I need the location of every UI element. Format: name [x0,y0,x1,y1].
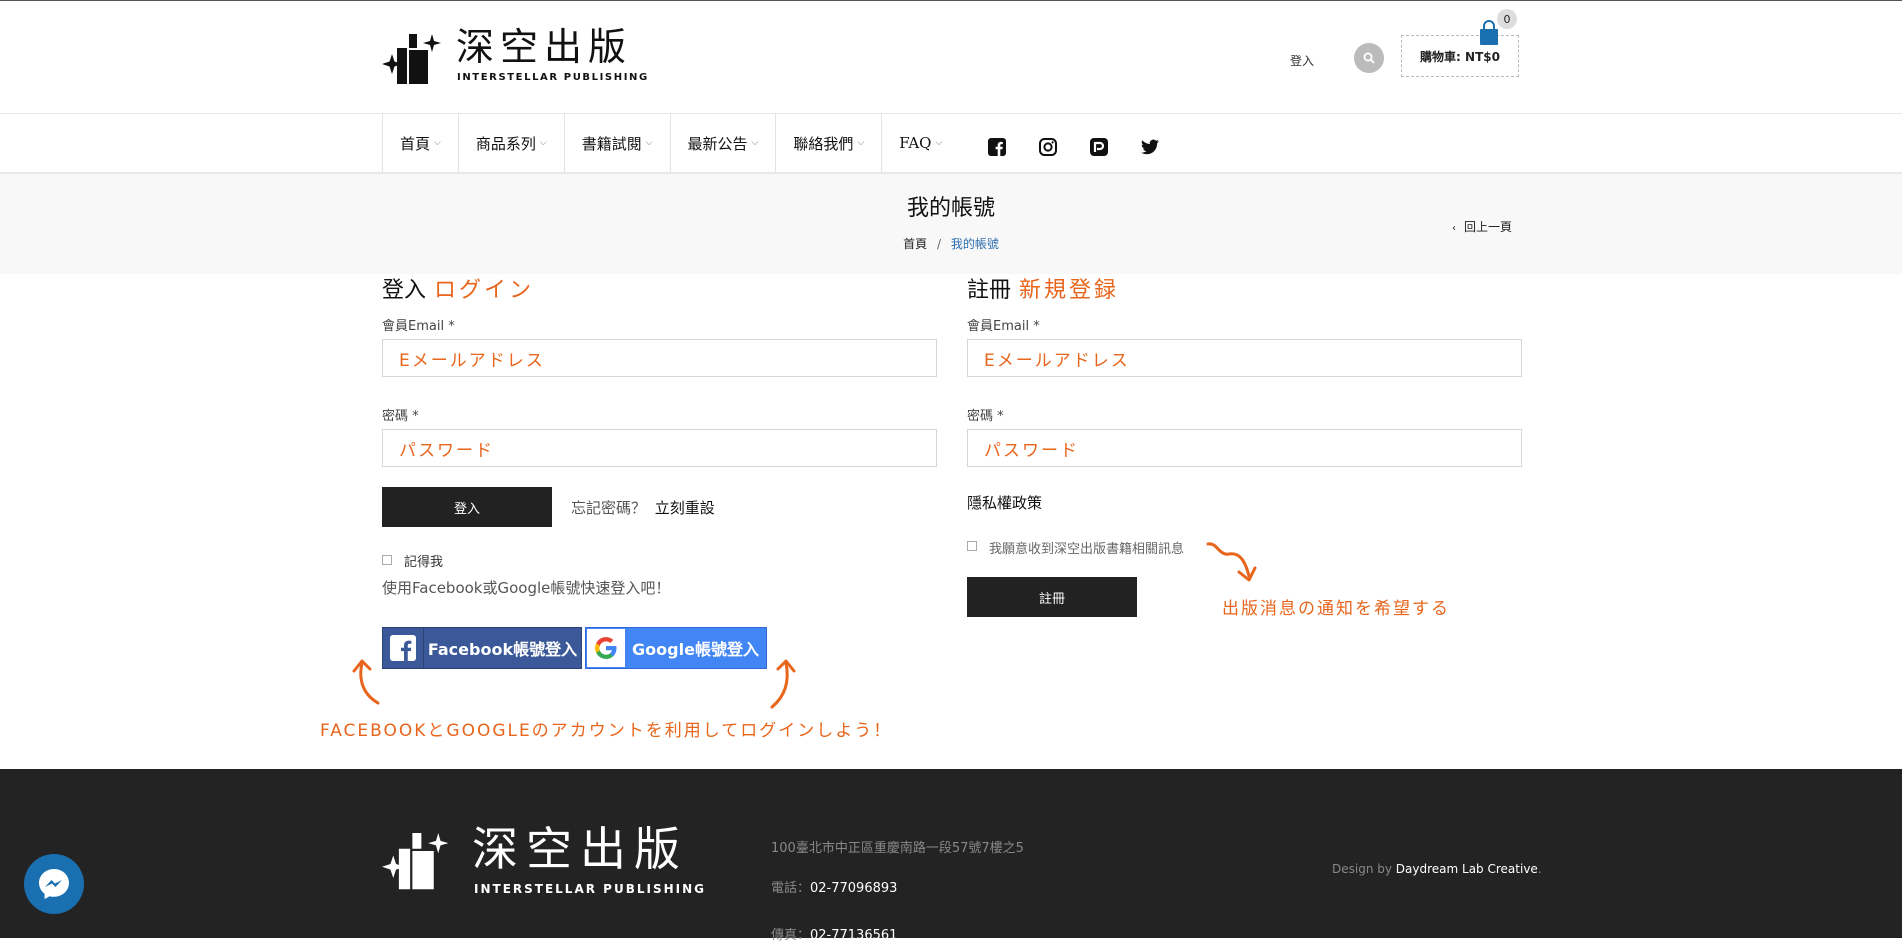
footer-logo-subtitle: INTERSTELLAR PUBLISHING [474,882,706,896]
main-nav: 首頁 ⌵ 商品系列 ⌵ 書籍試閱 ⌵ 最新公告 ⌵ 聯絡我們 ⌵ FAQ ⌵ [382,114,959,172]
footer-credit: Design by Daydream Lab Creative. [1332,862,1542,876]
nav-item-faq[interactable]: FAQ ⌵ [881,114,959,172]
search-button[interactable] [1354,43,1384,73]
header-login-link[interactable]: 登入 [1290,52,1314,69]
register-email-label: 會員Email * [967,319,1040,334]
cart-button[interactable]: 購物車: NT$0 [1401,35,1519,77]
google-login-button[interactable]: Google帳號登入 [585,627,767,669]
chevron-left-icon: ‹ [1452,223,1456,234]
footer-fax: 傳真：02-77136561 [771,924,897,943]
google-login-label: Google帳號登入 [632,640,759,659]
newsletter-consent-label: 我願意收到深空出版書籍相關訊息 [989,542,1185,557]
chevron-down-icon: ⌵ [857,138,865,148]
footer-phone: 電話：02-77096893 [771,877,897,896]
nav-item-contact[interactable]: 聯絡我們 ⌵ [775,114,881,172]
register-password-value: パスワード [984,440,1079,461]
footer-fax-label: 傳真： [771,928,811,943]
login-email-value: Eメールアドレス [399,350,545,371]
footer-address: 100臺北市中正區重慶南路一段57號7樓之5 [771,841,1024,856]
chevron-down-icon: ⌵ [751,138,759,148]
login-heading: 登入 ログイン [382,272,534,304]
arrow-up-right-icon [770,659,796,709]
sso-annotation: FACEBOOKとGOOGLEのアカウントを利用してログインしよう！ [320,721,893,741]
footer-phone-label: 電話： [771,881,811,896]
logo-mark-icon[interactable] [382,32,446,84]
footer-credit-prefix: Design by [1332,862,1392,876]
register-submit-button[interactable]: 註冊 [967,577,1137,617]
chevron-down-icon: ⌵ [539,138,547,148]
breadcrumb-current: 我的帳號 [950,237,999,251]
forgot-password-row: 忘記密碼？ 立刻重設 [571,497,715,518]
consent-annotation: 出版消息の通知を希望する [1222,599,1450,619]
google-logo-icon [587,629,625,667]
remember-me-label: 記得我 [404,555,444,570]
login-email-field[interactable]: Eメールアドレス [382,339,937,377]
nav-item-home[interactable]: 首頁 ⌵ [382,114,458,172]
plurk-icon[interactable] [1088,136,1110,158]
reset-password-link[interactable]: 立刻重設 [655,499,715,517]
sso-hint: 使用Facebook或Google帳號快速登入吧！ [382,579,671,597]
nav-item-news[interactable]: 最新公告 ⌵ [669,114,776,172]
remember-me-checkbox[interactable] [382,555,392,565]
footer-credit-suffix: . [1537,862,1542,876]
twitter-icon[interactable] [1139,136,1161,158]
register-password-label: 密碼 * [967,409,1004,424]
login-email-label: 會員Email * [382,319,455,334]
facebook-login-label: Facebook帳號登入 [427,640,578,659]
chevron-down-icon: ⌵ [645,138,653,148]
nav-item-preview[interactable]: 書籍試閱 ⌵ [563,114,670,172]
cart-count-badge: 0 [1497,9,1517,29]
footer-logo-title: 深空出版 [472,822,688,876]
chevron-down-icon: ⌵ [935,138,943,148]
login-password-label: 密碼 * [382,409,419,424]
messenger-chat-button[interactable] [24,854,84,914]
designer-link[interactable]: Daydream Lab Creative [1396,862,1538,876]
register-title-note: 新規登録 [1019,278,1120,303]
breadcrumb-separator: / [936,237,942,251]
page-title: 我的帳號 [906,196,995,221]
breadcrumb-home-link[interactable]: 首頁 [903,237,927,251]
footer-logo-mark-icon [382,830,454,890]
register-title: 註冊 [967,278,1012,303]
register-email-field[interactable]: Eメールアドレス [967,339,1522,377]
nav-item-label: 首頁 [400,134,431,153]
login-password-value: パスワード [399,440,494,461]
facebook-login-button[interactable]: Facebook帳號登入 [382,627,582,669]
newsletter-consent-checkbox[interactable] [967,541,977,551]
back-link[interactable]: ‹ 回上一頁 [1452,218,1512,235]
register-heading: 註冊 新規登録 [967,272,1119,304]
nav-item-label: FAQ [899,134,932,152]
forgot-password-text: 忘記密碼？ [571,499,647,517]
arrow-down-right-icon [1206,542,1257,582]
top-border [0,0,1902,1]
logo-subtitle: INTERSTELLAR PUBLISHING [457,72,649,83]
nav-item-label: 書籍試閱 [581,134,642,153]
login-submit-button[interactable]: 登入 [382,487,552,527]
chevron-down-icon: ⌵ [434,138,441,148]
instagram-icon[interactable] [1037,136,1059,158]
login-title-note: ログイン [434,278,535,303]
register-email-value: Eメールアドレス [984,350,1130,371]
logo-title[interactable]: 深空出版 [456,24,632,70]
back-link-label: 回上一頁 [1464,220,1513,234]
facebook-icon[interactable] [986,136,1008,158]
breadcrumb: 首頁 / 我的帳號 [0,235,1902,252]
arrow-up-left-icon [352,659,380,705]
cart-total: 購物車: NT$0 [1420,49,1500,64]
nav-item-label: 最新公告 [687,134,748,153]
register-password-field[interactable]: パスワード [967,429,1522,467]
nav-item-label: 商品系列 [475,134,536,153]
footer-phone-number: 02-77096893 [810,881,898,896]
shopping-bag-icon[interactable] [1478,20,1500,46]
facebook-logo-icon [383,628,424,668]
footer-fax-number: 02-77136561 [810,928,898,943]
search-icon [1363,52,1375,64]
nav-item-label: 聯絡我們 [793,134,854,153]
page-title-band [0,174,1902,274]
nav-item-products[interactable]: 商品系列 ⌵ [457,114,564,172]
messenger-icon [39,869,69,899]
login-password-field[interactable]: パスワード [382,429,937,467]
login-title: 登入 [382,278,427,303]
privacy-policy-heading: 隱私權政策 [967,494,1043,512]
